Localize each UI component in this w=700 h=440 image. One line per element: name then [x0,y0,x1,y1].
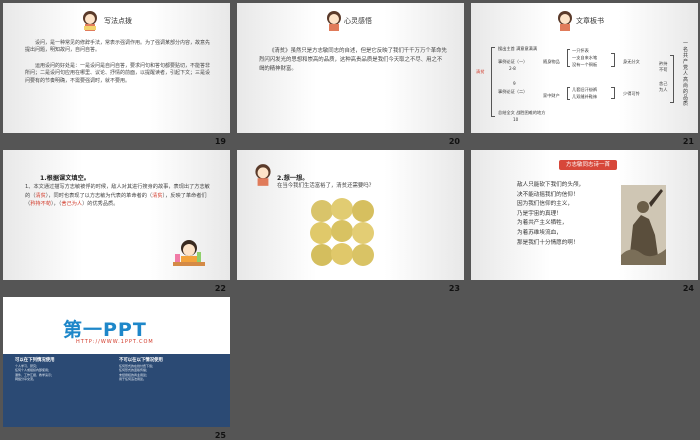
answer-blank: 矜持不苟 [30,201,51,208]
poem-line: 那是我们十分情愿的啊！ [517,239,579,246]
mindmap-node: 事例论证（二） [498,89,528,94]
slide-24[interactable]: 方志敏同志诗一首 敌人只能砍下我们的头颅， 决不能动摇我们的信仰！ 因为我们信仰… [471,150,698,293]
can-use-list: 个人学习、研究； 任何个人或组织内部使用； 课件、工作汇报、教学演示； 网络分享… [15,364,55,382]
poem-line: 因为我们信仰的主义， [517,201,573,208]
slide-19[interactable]: 写法点拨 设问，是一种常见的修辞手法，常表示强调作用。为了强调某部分内容，故意先… [3,3,230,146]
mindmap-bracket [567,49,570,67]
mindmap-bracket [567,87,570,100]
ppt-logo: 第一PPT [63,319,147,341]
slide-25[interactable]: 第一PPT HTTP://WWW.1PPT.COM 可以在下列情况使用 不可以在… [3,297,230,440]
question-text: 在当今我们生活富裕了，清贫还需要吗？ [277,183,375,189]
girl-avatar [324,9,344,33]
revolutionary-etching-image [621,185,666,265]
slide-paragraph-2: 运用设问的好处是：一是设问是自问自答，要求问句和答句都要贴切，不能答非所问；二是… [25,63,211,84]
mindmap-node: 家中财产 [543,93,560,98]
slide-title: 心灵感悟 [344,17,372,25]
slide-heading: 1.根据课文填空。 [40,175,90,182]
poem-banner: 方志敏同志诗一首 [559,160,617,170]
poem-line: 乃是宇宙的真理！ [517,210,562,217]
mindmap-node: 少得可怜 [623,91,640,96]
mindmap-node: 几套旧汗褂裤 [572,87,598,92]
mindmap-bracket [611,53,615,67]
slide-20[interactable]: 心灵感悟 《清贫》虽然只是方志敏同志的自述，但是它反映了我们千千万万个革命先烈闪… [237,3,464,146]
slide-number: 19 [214,137,226,146]
poem-line: 敌人只能砍下我们的头颅， [517,182,585,188]
mindmap-node: 10 [513,117,519,122]
mindmap-node: 几双缝补鞋袜 [572,94,598,99]
poem-line: 为着共产主义牺牲， [517,220,568,227]
poem-line: 决不能动摇我们的信仰！ [517,191,579,198]
mindmap-node: 搜出主首 满意意满满 [498,46,538,51]
slide-paragraph-1: 设问，是一种常见的修辞手法，常表示强调作用。为了强调某部分内容，故意先提出问题，… [25,40,211,54]
fill-in-paragraph: 1、本文通过描写方志敏被俘的时候，敌人对其进行搜身的故事，表现出了方志敏的（清贫… [25,183,213,209]
slide-title: 写法点拨 [104,17,132,25]
answer-blank: 舍己为人 [61,201,83,208]
mindmap-node: 一只怀表 [572,48,589,53]
answer-blank: 清贫 [35,192,46,199]
girl-reading-avatar [80,9,100,33]
mindmap-bracket [611,87,615,99]
cannot-use-list: 任何形式的在线付费下载； 任何形式的盗版传播； 未经授权的商业用途； 用于任何违… [119,364,156,382]
ppt-logo-area: 第一PPT HTTP://WWW.1PPT.COM [3,297,230,354]
mindmap-node: 没有一个铜板 [572,62,598,67]
usage-panel: 可以在下列情况使用 不可以在以下情况使用 个人学习、研究； 任何个人或组织内部使… [3,354,230,427]
mindmap-conclusion: 一名共产党人高尚的品质 [683,41,689,107]
slide-number: 23 [448,284,460,293]
paragraph-text: ），同时也表现了以方志敏为代表的革命者的（ [45,192,153,199]
slide-number: 20 [448,137,460,146]
mindmap-node: 9 [513,81,516,86]
mindmap-node: 一支自来水笔 [572,55,598,60]
cannot-use-title: 不可以在以下情况使用 [119,358,163,363]
slide-21[interactable]: 文章板书 清贫 搜出主首 满意意满满 事例论证（一） 2-8 随身物品 一只怀表… [471,3,698,146]
slide-number: 21 [682,137,694,146]
mindmap-node: 随身物品 [543,59,560,64]
mindmap-node: 舍己为人 [659,81,668,92]
ppt-url: HTTP://WWW.1PPT.COM [76,339,154,345]
paragraph-text: ）的优秀品质。 [82,201,119,208]
poem-text: 敌人只能砍下我们的头颅， 决不能动摇我们的信仰！ 因为我们信仰的主义， 乃是宇宙… [517,181,584,248]
mindmap-node: 矜持不苟 [659,61,668,72]
mindmap-bracket [491,47,495,117]
slide-title: 文章板书 [576,17,604,25]
can-use-title: 可以在下列情况使用 [15,358,55,363]
poem-line: 为着苏维埃流血， [517,229,562,236]
paragraph-text: ），（ [50,201,62,208]
buns-photo [309,197,379,269]
slide-number: 22 [214,284,226,293]
slide-number: 25 [214,431,226,440]
slide-heading: 2.想一想。 [277,175,309,182]
mindmap-node: 总结全文 战胜困难的地方 [498,110,546,115]
mindmap-bracket [670,55,674,103]
boy-at-desk-illustration [171,238,207,272]
slide-23[interactable]: 2.想一想。 在当今我们生活富裕了，清贫还需要吗？ 23 [237,150,464,293]
girl-avatar [252,162,274,188]
mindmap-node: 身无分文 [623,59,640,64]
mindmap-node: 事例论证（一） [498,59,528,64]
girl-avatar [555,9,575,33]
slide-paragraph: 《清贫》虽然只是方志敏同志的自述，但是它反映了我们千千万万个革命先烈闪闪发光的思… [259,48,447,72]
answer-blank: 清贫 [152,192,163,199]
slide-22[interactable]: 1.根据课文填空。 1、本文通过描写方志敏被俘的时候，敌人对其进行搜身的故事，表… [3,150,230,293]
slide-number: 24 [682,284,694,293]
mindmap-node: 2-8 [509,66,516,71]
mindmap-root: 清贫 [476,69,485,74]
